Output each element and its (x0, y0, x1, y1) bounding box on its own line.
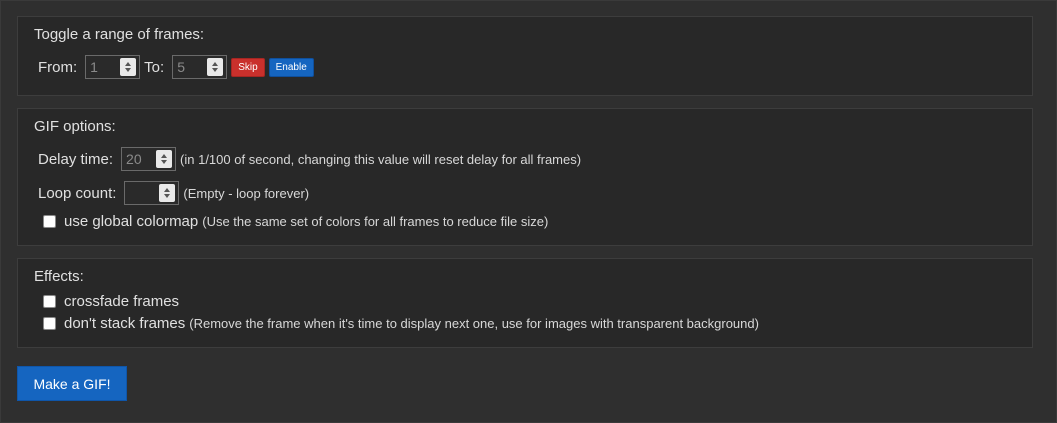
gif-maker-options: Toggle a range of frames: From: 1 To: 5 … (0, 0, 1057, 423)
to-input[interactable]: 5 (172, 55, 228, 79)
effects-panel: Effects: crossfade frames don't stack fr… (17, 258, 1033, 348)
effects-title: Effects: (34, 268, 84, 285)
range-row: From: 1 To: 5 Skip Enable (38, 55, 314, 79)
colormap-row: use global colormap (Use the same set of… (43, 213, 548, 230)
nostack-hint: (Remove the frame when it's time to disp… (189, 316, 759, 331)
delay-label: Delay time: (38, 150, 114, 168)
crossfade-row: crossfade frames (43, 293, 179, 310)
loop-hint: (Empty - loop forever) (183, 185, 310, 201)
delay-value: 20 (126, 151, 142, 167)
to-label: To: (144, 58, 165, 76)
range-panel-title: Toggle a range of frames: (34, 26, 205, 43)
skip-button[interactable]: Skip (231, 57, 265, 77)
crossfade-label[interactable]: crossfade frames (64, 293, 179, 310)
spin-up-icon[interactable] (164, 188, 171, 192)
nostack-row: don't stack frames (Remove the frame whe… (43, 315, 759, 332)
spin-down-icon[interactable] (164, 194, 171, 198)
gif-options-panel: GIF options: Delay time: 20 (in 1/100 of… (17, 108, 1033, 246)
range-panel: Toggle a range of frames: From: 1 To: 5 … (17, 16, 1033, 96)
make-gif-button[interactable]: Make a GIF! (17, 366, 127, 401)
colormap-label[interactable]: use global colormap (64, 213, 198, 230)
spin-up-icon[interactable] (125, 62, 132, 66)
delay-row: Delay time: 20 (in 1/100 of second, chan… (38, 147, 581, 171)
loop-label: Loop count: (38, 184, 117, 202)
from-label: From: (38, 58, 78, 76)
nostack-checkbox[interactable] (43, 317, 56, 330)
spin-down-icon[interactable] (125, 68, 132, 72)
from-input[interactable]: 1 (85, 55, 141, 79)
delay-spinner[interactable] (156, 150, 173, 168)
spin-down-icon[interactable] (161, 160, 168, 164)
colormap-checkbox[interactable] (43, 215, 56, 228)
loop-spinner[interactable] (159, 184, 176, 202)
from-spinner[interactable] (120, 58, 137, 76)
crossfade-checkbox[interactable] (43, 295, 56, 308)
delay-hint: (in 1/100 of second, changing this value… (180, 151, 582, 167)
to-spinner[interactable] (207, 58, 224, 76)
spin-up-icon[interactable] (212, 62, 219, 66)
enable-button[interactable]: Enable (268, 57, 314, 77)
spin-down-icon[interactable] (212, 68, 219, 72)
from-value: 1 (90, 59, 98, 75)
colormap-hint: (Use the same set of colors for all fram… (202, 214, 549, 229)
loop-input[interactable] (124, 181, 180, 205)
to-value: 5 (177, 59, 185, 75)
spin-up-icon[interactable] (161, 154, 168, 158)
gif-options-title: GIF options: (34, 118, 116, 135)
nostack-label[interactable]: don't stack frames (64, 315, 185, 332)
loop-row: Loop count: (Empty - loop forever) (38, 181, 309, 205)
delay-input[interactable]: 20 (121, 147, 177, 171)
